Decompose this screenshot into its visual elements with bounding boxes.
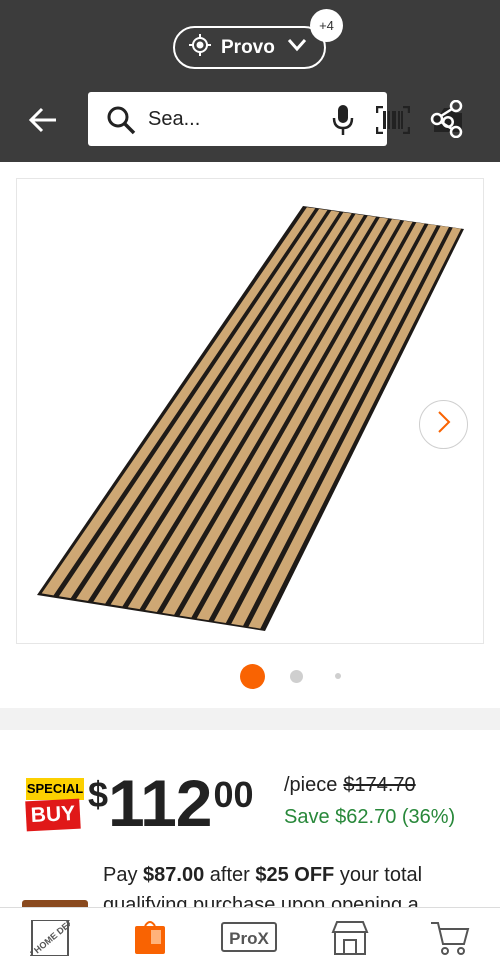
microphone-icon[interactable] [330,104,356,141]
search-icon [106,105,136,140]
special-buy-bottom: BUY [25,798,81,832]
svg-text:ProX: ProX [229,929,269,948]
price-unit: /piece [284,774,338,796]
promo-text: Pay [103,864,144,886]
location-count-badge: +4 [310,9,343,42]
price-cents: 00 [213,774,254,815]
savings-text: Save $62.70 (36%) [284,806,456,828]
pro-xtra-icon[interactable]: ProX [221,920,277,959]
store-icon[interactable] [331,920,369,961]
location-name: Provo [221,36,275,58]
chevron-right-icon [436,410,452,439]
svg-text:THE HOME DEPOT: THE HOME DEPOT [30,920,70,956]
bottom-navigation: THE HOME DEPOT ProX [0,907,500,961]
was-price: $174.70 [343,774,416,796]
store-location-selector[interactable]: Provo [173,26,326,69]
back-arrow-icon[interactable] [28,104,60,136]
price-currency: $ [88,774,109,815]
carousel-dot[interactable] [335,673,341,679]
paint-bucket-icon[interactable] [133,920,167,961]
carousel-dot-active[interactable] [240,664,265,689]
promo-text: after [204,864,256,886]
special-buy-badge: SPECIAL BUY [25,778,84,832]
promo-pay-amount: $87.00 [143,864,205,886]
home-depot-logo-icon[interactable]: THE HOME DEPOT [16,909,85,961]
search-input[interactable] [148,106,218,132]
special-buy-top: SPECIAL [26,778,84,800]
price-unit-line: /piece $174.70 [284,774,416,797]
search-bar[interactable] [88,92,462,146]
chevron-down-icon [287,38,307,57]
promo-off-amount: $25 OFF [255,864,335,886]
section-divider [0,708,500,730]
cart-icon[interactable] [430,920,470,961]
carousel-next-button[interactable] [419,400,468,449]
location-target-icon [189,34,211,61]
share-icon[interactable] [430,99,464,143]
top-header: Provo +4 [0,0,500,162]
carousel-dot[interactable] [290,670,303,683]
product-image[interactable] [16,178,484,644]
price: $ 112 00 [88,768,254,838]
carousel-indicator [0,664,500,689]
barcode-scan-icon[interactable] [375,105,411,139]
price-whole: 112 [108,766,212,840]
